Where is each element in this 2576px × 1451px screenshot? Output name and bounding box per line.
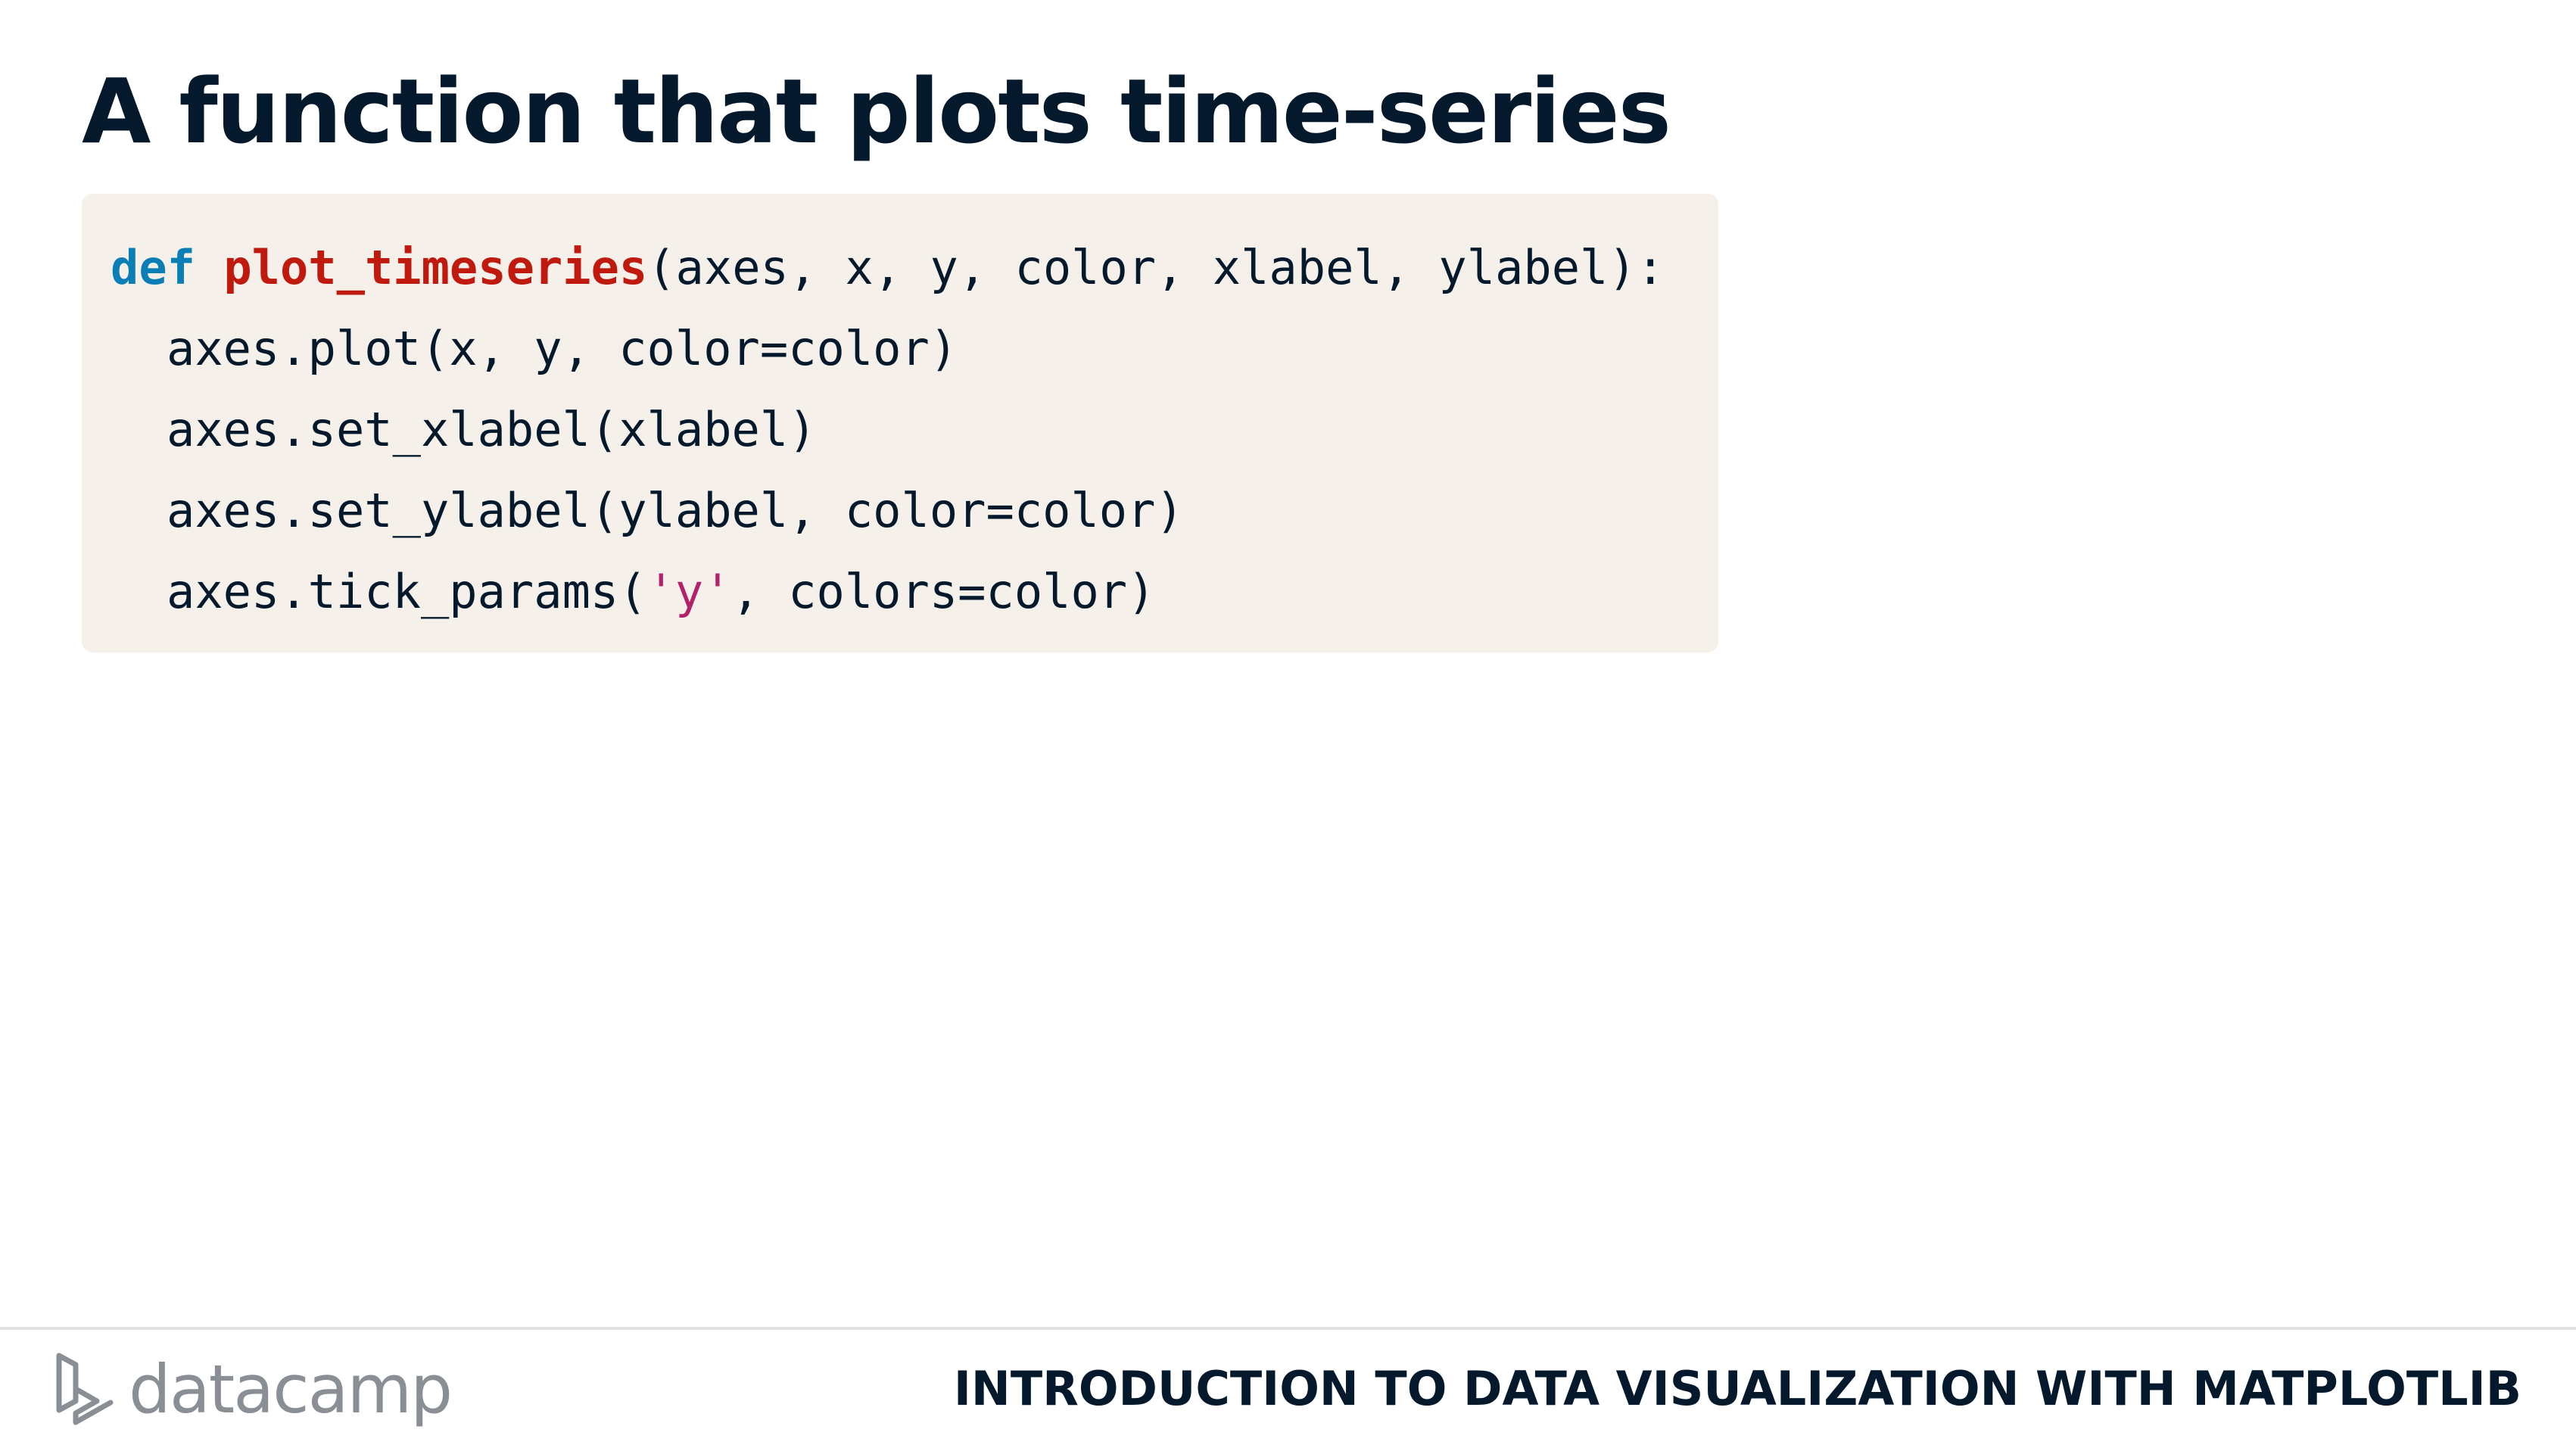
course-title: INTRODUCTION TO DATA VISUALIZATION WITH … <box>953 1361 2521 1416</box>
code-function-params: (axes, x, y, color, xlabel, ylabel): <box>647 240 1665 295</box>
code-keyword-def: def <box>111 240 195 295</box>
code-line-5: axes.tick_params('y', colors=color) <box>111 551 1718 632</box>
code-string-literal: 'y' <box>646 564 732 619</box>
footer-divider <box>0 1327 2576 1330</box>
code-block: def plot_timeseries(axes, x, y, color, x… <box>82 194 1718 652</box>
code-function-name: plot_timeseries <box>223 240 648 295</box>
code-line-4: axes.set_ylabel(ylabel, color=color) <box>167 483 1184 538</box>
datacamp-logo: datacamp <box>53 1347 453 1431</box>
datacamp-wordmark: datacamp <box>129 1350 453 1428</box>
code-line-1: def plot_timeseries(axes, x, y, color, x… <box>111 227 1718 308</box>
datacamp-logo-icon <box>53 1351 115 1427</box>
code-line-3: axes.set_xlabel(xlabel) <box>167 402 817 457</box>
slide-title: A function that plots time-series <box>82 59 1671 163</box>
code-line-2: axes.plot(x, y, color=color) <box>167 321 958 376</box>
code-line-5-prefix: axes.tick_params( <box>167 564 647 619</box>
code-line-5-suffix: , colors=color) <box>731 564 1156 619</box>
